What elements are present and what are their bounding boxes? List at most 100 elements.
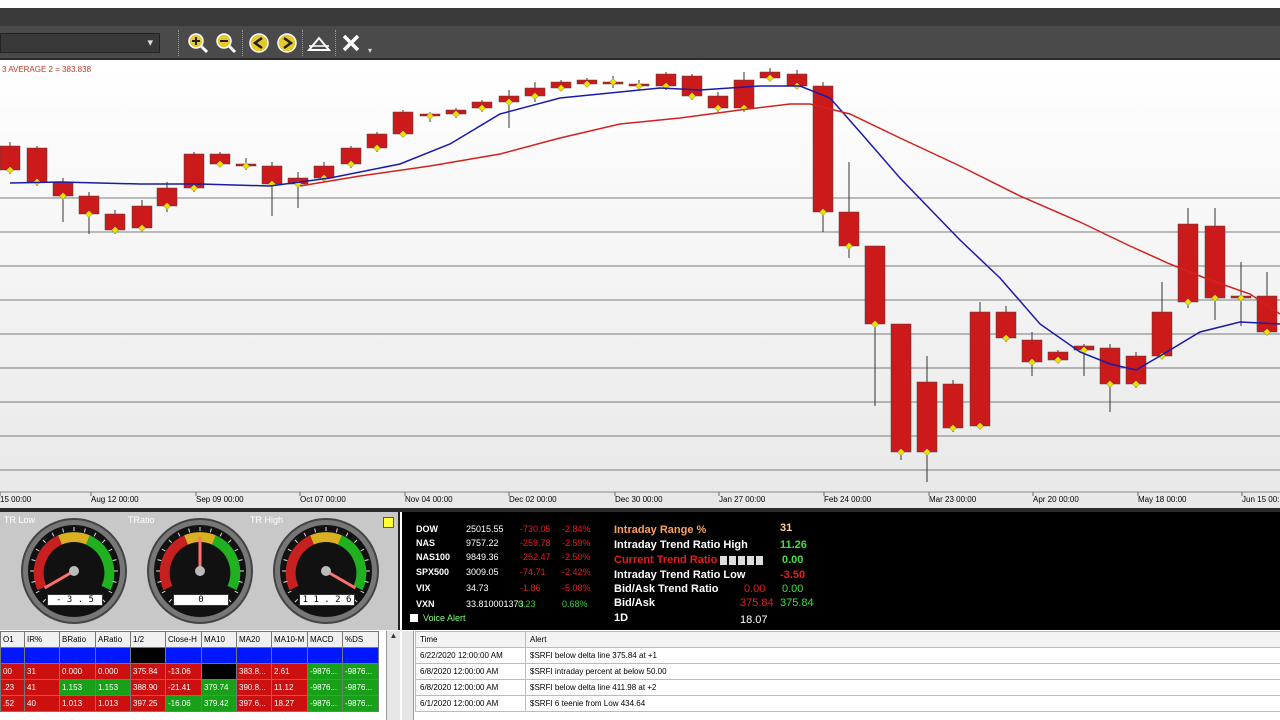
chart-style-button[interactable] xyxy=(307,31,331,55)
table-cell: 1.013 xyxy=(59,695,96,712)
ticker-pct: -2.42% xyxy=(562,567,591,577)
toolbar-overflow-icon[interactable]: ▾ xyxy=(368,46,372,55)
ticker-symbol: VXN xyxy=(416,599,435,609)
zoom-out-button[interactable] xyxy=(214,31,238,55)
voice-alert-toggle[interactable]: Voice Alert xyxy=(410,613,466,623)
ticker-symbol: VIX xyxy=(416,583,431,593)
column-header[interactable]: MA10-M xyxy=(271,631,308,648)
scroll-up-icon[interactable]: ▲ xyxy=(387,631,400,640)
table-row[interactable]: .52 40 1.013 1.013 397.25 -16.06 379.42 397.6..… xyxy=(0,695,379,712)
period-label: 1D xyxy=(614,612,629,624)
settings-indicator[interactable] xyxy=(383,517,394,528)
ticker-value: 25015.55 xyxy=(466,524,504,534)
x-axis-label: Feb 24 00:00 xyxy=(824,495,872,504)
tr-high-gauge xyxy=(273,518,379,624)
table-row[interactable] xyxy=(0,647,379,664)
alert-time: 6/8/2020 12:00:00 AM xyxy=(415,679,526,696)
table-cell: 00 xyxy=(0,663,25,680)
column-header[interactable]: 1/2 xyxy=(130,631,166,648)
grid-scrollbar[interactable]: ▲ xyxy=(386,631,400,720)
ticker-symbol: NAS100 xyxy=(416,552,451,562)
tr-high-reading: 1 1 . 2 6 xyxy=(299,594,355,606)
close-chart-button[interactable] xyxy=(339,31,363,55)
column-header[interactable]: %DS xyxy=(342,631,379,648)
table-cell: -9876... xyxy=(307,695,343,712)
table-cell: .23 xyxy=(0,679,25,696)
bidask-trend-value-1: 0.00 xyxy=(744,583,766,595)
alert-time: 6/8/2020 12:00:00 AM xyxy=(415,663,526,680)
current-trend-value: 0.00 xyxy=(782,554,804,566)
gauge-hub xyxy=(321,566,331,576)
table-cell: -9876... xyxy=(342,679,379,696)
tratio-gauge xyxy=(147,518,253,624)
symbol-dropdown[interactable]: ▾ xyxy=(0,33,160,53)
x-axis-label: Dec 30 00:00 xyxy=(615,495,663,504)
table-cell: 390.8... xyxy=(236,679,272,696)
x-axis-label: Sep 09 00:00 xyxy=(196,495,244,504)
ticker-pct: -5.08% xyxy=(562,583,591,593)
table-cell: 397.25 xyxy=(130,695,166,712)
close-marker xyxy=(635,82,643,90)
column-header[interactable]: IR% xyxy=(24,631,60,648)
candle-down xyxy=(1204,225,1226,299)
x-axis-label: Dec 02 00:00 xyxy=(509,495,557,504)
moving-average-label: 3 AVERAGE 2 = 383.838 xyxy=(2,65,92,74)
scroll-right-button[interactable] xyxy=(275,31,299,55)
close-marker xyxy=(1237,294,1245,302)
alert-row[interactable]: 6/8/2020 12:00:00 AM $SRFI intraday perce… xyxy=(415,663,1280,680)
table-cell: 41 xyxy=(24,679,60,696)
candle-down xyxy=(995,311,1017,339)
scroll-left-button[interactable] xyxy=(247,31,271,55)
table-cell: -9876... xyxy=(307,679,343,696)
alerts-header-row: Time Alert xyxy=(415,631,1280,648)
table-cell xyxy=(165,647,202,664)
column-header[interactable]: MACD xyxy=(307,631,343,648)
voice-alert-checkbox[interactable] xyxy=(410,614,418,622)
alert-text: $SRFI below delta line 375.84 at +1 xyxy=(525,647,1280,664)
table-cell: 1.013 xyxy=(95,695,131,712)
column-header[interactable]: MA10 xyxy=(201,631,237,648)
alert-row[interactable]: 6/8/2020 12:00:00 AM $SRFI below delta li… xyxy=(415,679,1280,696)
intraday-range-label: Intraday Range % xyxy=(614,524,707,536)
price-chart-canvas[interactable]: 15 00:00 Aug 12 00:00 Sep 09 00:00 Oct 07 0… xyxy=(0,62,1280,508)
column-header[interactable]: Close-H xyxy=(165,631,202,648)
column-header[interactable]: MA20 xyxy=(236,631,272,648)
alert-time: 6/22/2020 12:00:00 AM xyxy=(415,647,526,664)
ticker-value: 9849.36 xyxy=(466,552,499,562)
alerts-panel: Time Alert 6/22/2020 12:00:00 AM $SRFI be… xyxy=(402,631,1280,720)
table-cell: 397.6... xyxy=(236,695,272,712)
ticker-change: -252.47 xyxy=(520,552,551,562)
data-table: O1 IR% BRatio ARatio 1/2 Close-H MA10 MA… xyxy=(0,631,379,712)
table-row[interactable]: 00 31 0.000 0.000 375.84 -13.06 383.8... 2.61 -9… xyxy=(0,663,379,680)
alerts-table: Time Alert 6/22/2020 12:00:00 AM $SRFI be… xyxy=(415,631,1280,712)
alert-row[interactable]: 6/22/2020 12:00:00 AM $SRFI below delta l… xyxy=(415,647,1280,664)
close-icon xyxy=(342,34,360,52)
zoom-in-button[interactable] xyxy=(186,31,210,55)
column-header[interactable]: O1 xyxy=(0,631,25,648)
chevron-down-icon[interactable]: ▾ xyxy=(147,36,153,49)
candle-down xyxy=(1151,311,1173,357)
alerts-scrollbar[interactable] xyxy=(402,631,414,720)
table-cell: 0.000 xyxy=(59,663,96,680)
column-header[interactable]: Alert xyxy=(525,631,1280,648)
table-cell: 1.153 xyxy=(59,679,96,696)
ticker-value: 34.73 xyxy=(466,583,489,593)
x-axis-label: Aug 12 00:00 xyxy=(91,495,139,504)
bidask-trend-label: Bid/Ask Trend Ratio xyxy=(614,583,719,595)
column-header[interactable]: Time xyxy=(415,631,526,648)
period-value: 18.07 xyxy=(740,614,768,626)
table-cell: -13.06 xyxy=(165,663,202,680)
alert-row[interactable]: 6/1/2020 12:00:00 AM $SRFI 6 teenie from … xyxy=(415,695,1280,712)
table-row[interactable]: .23 41 1.153 1.153 388.90 -21.41 379.74 390.8..… xyxy=(0,679,379,696)
ticker-value: 9757.22 xyxy=(466,538,499,548)
toolbar-separator xyxy=(242,30,245,56)
title-bar xyxy=(0,8,1280,26)
x-axis-label: Apr 20 00:00 xyxy=(1033,495,1079,504)
column-header[interactable]: BRatio xyxy=(59,631,96,648)
price-chart[interactable]: 15 00:00 Aug 12 00:00 Sep 09 00:00 Oct 07 0… xyxy=(0,62,1280,508)
table-cell: 383.8... xyxy=(236,663,272,680)
column-header[interactable]: ARatio xyxy=(95,631,131,648)
chart-style-icon xyxy=(307,36,331,51)
ticker-change: -259.78 xyxy=(520,538,551,548)
ticker-pct: 0.68% xyxy=(562,599,588,609)
